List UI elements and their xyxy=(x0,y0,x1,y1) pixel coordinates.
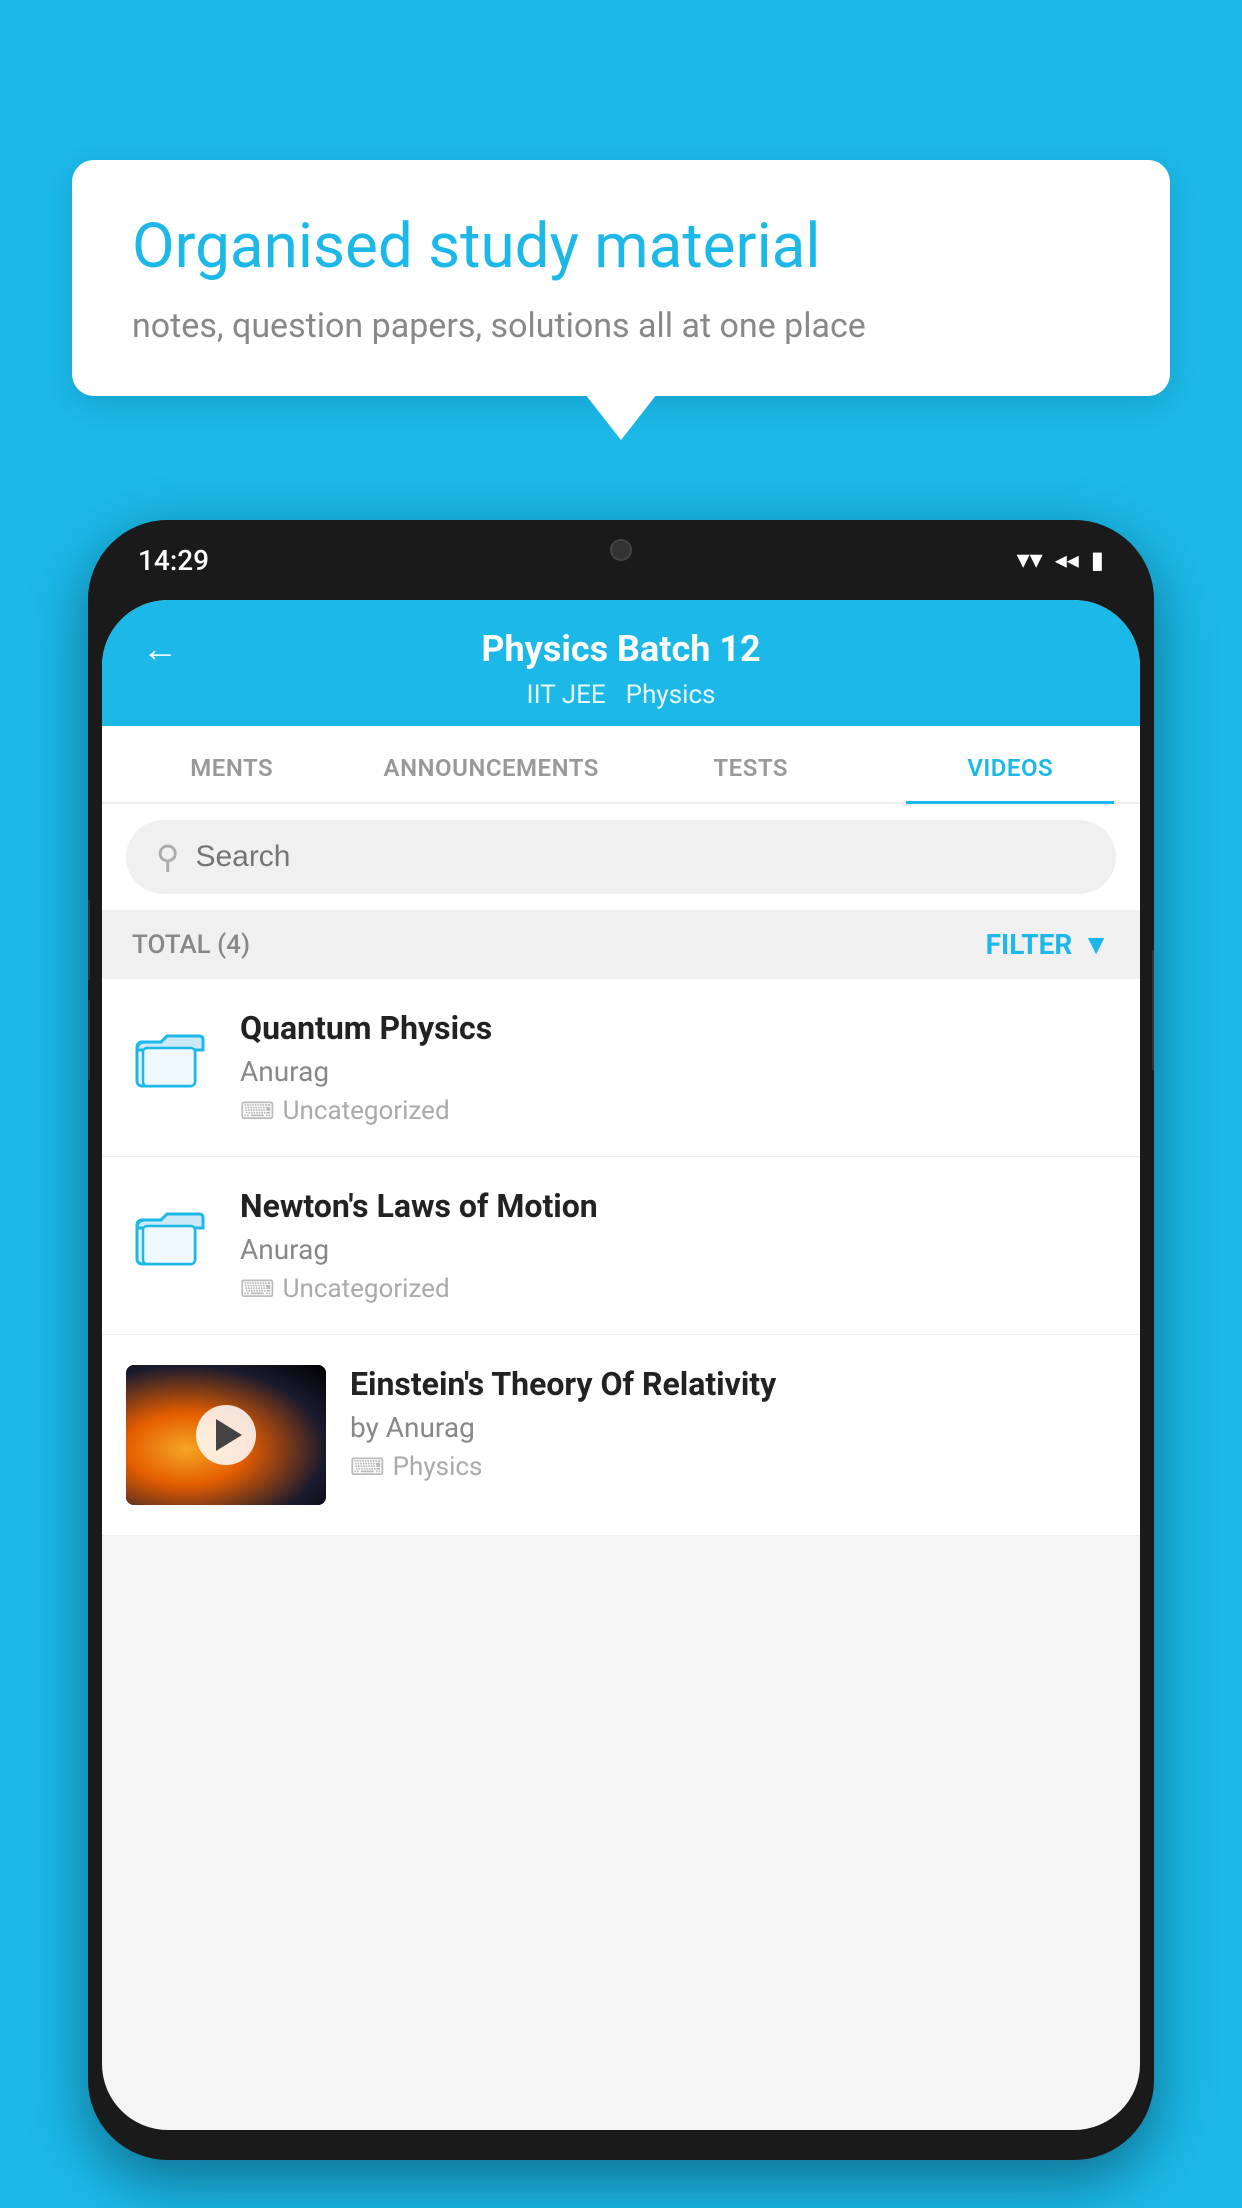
play-button-overlay[interactable] xyxy=(126,1365,326,1505)
video-tag-wrap: ⌨ Uncategorized xyxy=(240,1096,1116,1126)
video-title: Newton's Laws of Motion xyxy=(240,1187,1116,1225)
subtitle-iitjee: IIT JEE xyxy=(527,680,606,710)
total-count: TOTAL (4) xyxy=(132,930,250,960)
search-bar[interactable]: ⚲ xyxy=(126,820,1116,894)
video-author: Anurag xyxy=(240,1055,1116,1088)
phone-frame: 14:29 ▾▾ ◂◂ ▮ ← Physics Batch 12 IIT JEE… xyxy=(88,520,1154,2160)
battery-icon: ▮ xyxy=(1091,546,1104,574)
tab-videos[interactable]: VIDEOS xyxy=(881,726,1141,802)
phone-screen: ← Physics Batch 12 IIT JEE Physics MENTS… xyxy=(102,600,1140,2130)
wifi-icon: ▾▾ xyxy=(1017,545,1043,575)
search-icon: ⚲ xyxy=(156,838,179,876)
filter-label: FILTER xyxy=(986,928,1073,961)
search-bar-wrap: ⚲ xyxy=(102,804,1140,910)
speech-bubble-subtitle: notes, question papers, solutions all at… xyxy=(132,306,1110,346)
status-bar: 14:29 ▾▾ ◂◂ ▮ xyxy=(88,520,1154,600)
back-button[interactable]: ← xyxy=(142,628,178,670)
status-icons: ▾▾ ◂◂ ▮ xyxy=(1017,545,1104,575)
tabs-bar: MENTS ANNOUNCEMENTS TESTS VIDEOS xyxy=(102,726,1140,804)
signal-icon: ◂◂ xyxy=(1055,546,1079,574)
search-input[interactable] xyxy=(195,840,1086,874)
speech-bubble-title: Organised study material xyxy=(132,210,1110,284)
folder-icon-wrap xyxy=(126,1015,216,1105)
tab-ments[interactable]: MENTS xyxy=(102,726,362,802)
camera-dot xyxy=(610,539,632,561)
video-tag: Uncategorized xyxy=(283,1274,450,1304)
folder-icon-wrap xyxy=(126,1193,216,1283)
list-item[interactable]: Quantum Physics Anurag ⌨ Uncategorized xyxy=(102,979,1140,1157)
play-circle xyxy=(196,1405,256,1465)
video-item-info: Newton's Laws of Motion Anurag ⌨ Uncateg… xyxy=(240,1187,1116,1304)
vol-up-button xyxy=(88,900,90,980)
phone-time: 14:29 xyxy=(138,544,209,577)
video-tag-wrap: ⌨ Physics xyxy=(350,1452,1116,1482)
tag-icon: ⌨ xyxy=(240,1275,275,1303)
folder-icon xyxy=(131,1020,211,1100)
subtitle-physics: Physics xyxy=(626,680,716,710)
video-tag-wrap: ⌨ Uncategorized xyxy=(240,1274,1116,1304)
speech-bubble: Organised study material notes, question… xyxy=(72,160,1170,396)
play-triangle-icon xyxy=(216,1419,242,1451)
app-header-top: ← Physics Batch 12 xyxy=(142,628,1100,680)
tag-icon: ⌨ xyxy=(240,1097,275,1125)
video-author: by Anurag xyxy=(350,1411,1116,1444)
filter-icon: ▼ xyxy=(1082,928,1110,961)
filter-button[interactable]: FILTER ▼ xyxy=(986,928,1110,961)
video-author: Anurag xyxy=(240,1233,1116,1266)
app-subtitle: IIT JEE Physics xyxy=(142,680,1100,726)
list-item[interactable]: Newton's Laws of Motion Anurag ⌨ Uncateg… xyxy=(102,1157,1140,1335)
vol-down-button xyxy=(88,1000,90,1080)
list-item[interactable]: Einstein's Theory Of Relativity by Anura… xyxy=(102,1335,1140,1536)
power-button xyxy=(1152,950,1154,1070)
phone-notch xyxy=(521,520,721,580)
video-title: Einstein's Theory Of Relativity xyxy=(350,1365,1116,1403)
video-item-info: Quantum Physics Anurag ⌨ Uncategorized xyxy=(240,1009,1116,1126)
app-header: ← Physics Batch 12 IIT JEE Physics xyxy=(102,600,1140,726)
tab-tests[interactable]: TESTS xyxy=(621,726,881,802)
folder-icon xyxy=(131,1198,211,1278)
video-tag: Uncategorized xyxy=(283,1096,450,1126)
filter-bar: TOTAL (4) FILTER ▼ xyxy=(102,910,1140,979)
tag-icon: ⌨ xyxy=(350,1453,385,1481)
video-title: Quantum Physics xyxy=(240,1009,1116,1047)
video-tag: Physics xyxy=(393,1452,483,1482)
video-thumbnail xyxy=(126,1365,326,1505)
app-title: Physics Batch 12 xyxy=(481,628,760,670)
video-item-info: Einstein's Theory Of Relativity by Anura… xyxy=(350,1365,1116,1482)
tab-announcements[interactable]: ANNOUNCEMENTS xyxy=(362,726,622,802)
video-list: Quantum Physics Anurag ⌨ Uncategorized xyxy=(102,979,1140,1536)
